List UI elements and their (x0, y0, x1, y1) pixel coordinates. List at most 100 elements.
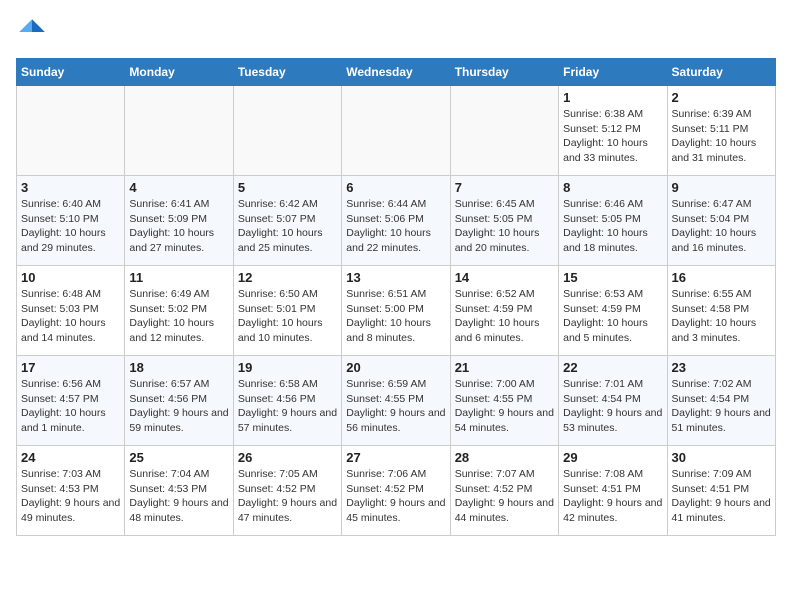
day-info: Sunrise: 6:51 AMSunset: 5:00 PMDaylight:… (346, 287, 445, 346)
day-info: Sunrise: 6:58 AMSunset: 4:56 PMDaylight:… (238, 377, 337, 436)
calendar-cell: 2 Sunrise: 6:39 AMSunset: 5:11 PMDaylight… (667, 86, 775, 176)
day-number: 26 (238, 450, 337, 465)
day-info: Sunrise: 7:01 AMSunset: 4:54 PMDaylight:… (563, 377, 662, 436)
day-info: Sunrise: 6:57 AMSunset: 4:56 PMDaylight:… (129, 377, 228, 436)
day-info: Sunrise: 6:45 AMSunset: 5:05 PMDaylight:… (455, 197, 554, 256)
day-info: Sunrise: 6:42 AMSunset: 5:07 PMDaylight:… (238, 197, 337, 256)
calendar-cell: 26 Sunrise: 7:05 AMSunset: 4:52 PMDayligh… (233, 446, 341, 536)
calendar-cell: 29 Sunrise: 7:08 AMSunset: 4:51 PMDayligh… (559, 446, 667, 536)
calendar-day-header: Friday (559, 59, 667, 86)
calendar-cell: 17 Sunrise: 6:56 AMSunset: 4:57 PMDayligh… (17, 356, 125, 446)
day-info: Sunrise: 6:39 AMSunset: 5:11 PMDaylight:… (672, 107, 771, 166)
calendar-week-row: 3 Sunrise: 6:40 AMSunset: 5:10 PMDaylight… (17, 176, 776, 266)
calendar-cell: 21 Sunrise: 7:00 AMSunset: 4:55 PMDayligh… (450, 356, 558, 446)
calendar-cell (342, 86, 450, 176)
day-info: Sunrise: 6:59 AMSunset: 4:55 PMDaylight:… (346, 377, 445, 436)
calendar-day-header: Sunday (17, 59, 125, 86)
calendar-cell: 7 Sunrise: 6:45 AMSunset: 5:05 PMDaylight… (450, 176, 558, 266)
calendar-cell: 20 Sunrise: 6:59 AMSunset: 4:55 PMDayligh… (342, 356, 450, 446)
calendar-cell (233, 86, 341, 176)
day-info: Sunrise: 6:48 AMSunset: 5:03 PMDaylight:… (21, 287, 120, 346)
calendar-day-header: Saturday (667, 59, 775, 86)
calendar-day-header: Tuesday (233, 59, 341, 86)
calendar-day-header: Wednesday (342, 59, 450, 86)
day-number: 9 (672, 180, 771, 195)
day-number: 1 (563, 90, 662, 105)
calendar-week-row: 24 Sunrise: 7:03 AMSunset: 4:53 PMDayligh… (17, 446, 776, 536)
calendar-header-row: SundayMondayTuesdayWednesdayThursdayFrid… (17, 59, 776, 86)
day-info: Sunrise: 6:47 AMSunset: 5:04 PMDaylight:… (672, 197, 771, 256)
day-info: Sunrise: 6:53 AMSunset: 4:59 PMDaylight:… (563, 287, 662, 346)
calendar-cell: 24 Sunrise: 7:03 AMSunset: 4:53 PMDayligh… (17, 446, 125, 536)
day-number: 27 (346, 450, 445, 465)
day-number: 23 (672, 360, 771, 375)
calendar-cell: 4Sunrise: 6:41 AMSunset: 5:09 PMDaylight… (125, 176, 233, 266)
calendar-cell: 14 Sunrise: 6:52 AMSunset: 4:59 PMDayligh… (450, 266, 558, 356)
day-info: Sunrise: 7:00 AMSunset: 4:55 PMDaylight:… (455, 377, 554, 436)
day-info: Sunrise: 7:05 AMSunset: 4:52 PMDaylight:… (238, 467, 337, 526)
day-info: Sunrise: 7:06 AMSunset: 4:52 PMDaylight:… (346, 467, 445, 526)
day-number: 5 (238, 180, 337, 195)
day-info: Sunrise: 7:03 AMSunset: 4:53 PMDaylight:… (21, 467, 120, 526)
calendar-cell: 22 Sunrise: 7:01 AMSunset: 4:54 PMDayligh… (559, 356, 667, 446)
calendar-cell: 12 Sunrise: 6:50 AMSunset: 5:01 PMDayligh… (233, 266, 341, 356)
calendar-week-row: 17 Sunrise: 6:56 AMSunset: 4:57 PMDayligh… (17, 356, 776, 446)
calendar-cell: 23 Sunrise: 7:02 AMSunset: 4:54 PMDayligh… (667, 356, 775, 446)
day-info: Sunrise: 7:09 AMSunset: 4:51 PMDaylight:… (672, 467, 771, 526)
day-number: 18 (129, 360, 228, 375)
day-number: 29 (563, 450, 662, 465)
calendar-cell: 6 Sunrise: 6:44 AMSunset: 5:06 PMDaylight… (342, 176, 450, 266)
day-number: 14 (455, 270, 554, 285)
day-number: 30 (672, 450, 771, 465)
day-info: Sunrise: 7:04 AMSunset: 4:53 PMDaylight:… (129, 467, 228, 526)
calendar-cell: 10 Sunrise: 6:48 AMSunset: 5:03 PMDayligh… (17, 266, 125, 356)
day-number: 4 (129, 180, 228, 195)
calendar-cell: 15Sunrise: 6:53 AMSunset: 4:59 PMDayligh… (559, 266, 667, 356)
day-number: 28 (455, 450, 554, 465)
day-number: 12 (238, 270, 337, 285)
day-info: Sunrise: 7:07 AMSunset: 4:52 PMDaylight:… (455, 467, 554, 526)
calendar-cell: 11Sunrise: 6:49 AMSunset: 5:02 PMDayligh… (125, 266, 233, 356)
day-number: 10 (21, 270, 120, 285)
day-number: 2 (672, 90, 771, 105)
page-header (16, 16, 776, 48)
calendar-day-header: Thursday (450, 59, 558, 86)
day-number: 20 (346, 360, 445, 375)
day-info: Sunrise: 6:38 AMSunset: 5:12 PMDaylight:… (563, 107, 662, 166)
day-number: 8 (563, 180, 662, 195)
day-number: 21 (455, 360, 554, 375)
logo (16, 16, 52, 48)
day-info: Sunrise: 6:55 AMSunset: 4:58 PMDaylight:… (672, 287, 771, 346)
day-number: 6 (346, 180, 445, 195)
day-number: 17 (21, 360, 120, 375)
calendar-table: SundayMondayTuesdayWednesdayThursdayFrid… (16, 58, 776, 536)
calendar-cell: 16 Sunrise: 6:55 AMSunset: 4:58 PMDayligh… (667, 266, 775, 356)
calendar-cell: 25 Sunrise: 7:04 AMSunset: 4:53 PMDayligh… (125, 446, 233, 536)
calendar-cell: 19Sunrise: 6:58 AMSunset: 4:56 PMDayligh… (233, 356, 341, 446)
calendar-week-row: 1 Sunrise: 6:38 AMSunset: 5:12 PMDaylight… (17, 86, 776, 176)
calendar-cell (450, 86, 558, 176)
calendar-cell: 18 Sunrise: 6:57 AMSunset: 4:56 PMDayligh… (125, 356, 233, 446)
calendar-cell: 8Sunrise: 6:46 AMSunset: 5:05 PMDaylight… (559, 176, 667, 266)
logo-icon (16, 16, 48, 48)
day-number: 7 (455, 180, 554, 195)
day-info: Sunrise: 6:56 AMSunset: 4:57 PMDaylight:… (21, 377, 120, 436)
calendar-week-row: 10 Sunrise: 6:48 AMSunset: 5:03 PMDayligh… (17, 266, 776, 356)
day-info: Sunrise: 6:40 AMSunset: 5:10 PMDaylight:… (21, 197, 120, 256)
day-number: 25 (129, 450, 228, 465)
day-info: Sunrise: 7:02 AMSunset: 4:54 PMDaylight:… (672, 377, 771, 436)
day-info: Sunrise: 6:44 AMSunset: 5:06 PMDaylight:… (346, 197, 445, 256)
day-info: Sunrise: 6:50 AMSunset: 5:01 PMDaylight:… (238, 287, 337, 346)
day-number: 13 (346, 270, 445, 285)
day-number: 22 (563, 360, 662, 375)
day-number: 16 (672, 270, 771, 285)
calendar-cell: 5 Sunrise: 6:42 AMSunset: 5:07 PMDaylight… (233, 176, 341, 266)
day-number: 3 (21, 180, 120, 195)
calendar-cell (17, 86, 125, 176)
calendar-cell: 28 Sunrise: 7:07 AMSunset: 4:52 PMDayligh… (450, 446, 558, 536)
day-number: 24 (21, 450, 120, 465)
calendar-cell: 30 Sunrise: 7:09 AMSunset: 4:51 PMDayligh… (667, 446, 775, 536)
day-info: Sunrise: 7:08 AMSunset: 4:51 PMDaylight:… (563, 467, 662, 526)
day-info: Sunrise: 6:52 AMSunset: 4:59 PMDaylight:… (455, 287, 554, 346)
calendar-cell: 1 Sunrise: 6:38 AMSunset: 5:12 PMDaylight… (559, 86, 667, 176)
